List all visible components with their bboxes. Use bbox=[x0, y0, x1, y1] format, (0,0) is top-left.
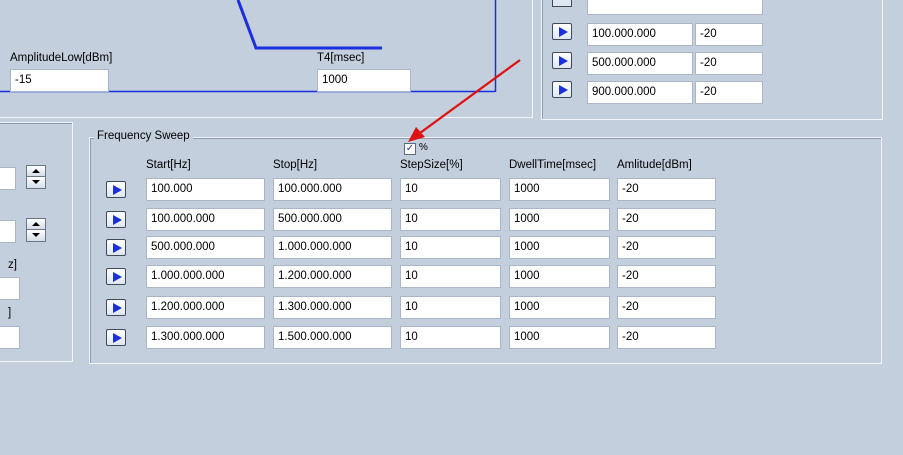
left-label-2: ] bbox=[8, 307, 12, 319]
right-row-2-play-button[interactable] bbox=[552, 52, 572, 69]
sweep-row-2-stop[interactable]: 500.000.000 bbox=[273, 208, 392, 231]
sweep-row-3-dwell[interactable]: 1000 bbox=[509, 236, 610, 259]
sweep-row-3-play-button[interactable] bbox=[106, 239, 126, 256]
sweep-row-6-play-button[interactable] bbox=[106, 329, 126, 346]
right-row-2-amplitude[interactable]: -20 bbox=[695, 52, 763, 75]
plot-line bbox=[236, 0, 382, 50]
sweep-row-6-start[interactable]: 1.300.000.000 bbox=[146, 326, 265, 349]
sweep-row-5-play-button[interactable] bbox=[106, 299, 126, 316]
left-input-3[interactable] bbox=[0, 277, 20, 300]
header-step-size: StepSize[%] bbox=[400, 159, 463, 171]
sweep-row-4-dwell[interactable]: 1000 bbox=[509, 265, 610, 288]
percent-checkbox[interactable]: ✓ bbox=[404, 143, 416, 155]
right-row-1-play-button[interactable] bbox=[552, 23, 572, 40]
sweep-row-3-start[interactable]: 500.000.000 bbox=[146, 236, 265, 259]
right-field-stub bbox=[587, 0, 763, 15]
sweep-row-1-start[interactable]: 100.000 bbox=[146, 178, 265, 201]
sweep-row-5-start[interactable]: 1.200.000.000 bbox=[146, 296, 265, 319]
left-label-1: z] bbox=[8, 259, 17, 271]
header-amplitude: Amlitude[dBm] bbox=[617, 159, 692, 171]
amplitude-low-input[interactable]: -15 bbox=[10, 69, 109, 92]
right-row-stub bbox=[552, 0, 572, 7]
sweep-row-6-amplitude[interactable]: -20 bbox=[617, 326, 716, 349]
right-row-1-amplitude[interactable]: -20 bbox=[695, 23, 763, 46]
sweep-row-5-stop[interactable]: 1.300.000.000 bbox=[273, 296, 392, 319]
sweep-row-3-stop[interactable]: 1.000.000.000 bbox=[273, 236, 392, 259]
sweep-row-6-stop[interactable]: 1.500.000.000 bbox=[273, 326, 392, 349]
header-stop: Stop[Hz] bbox=[273, 159, 318, 171]
sweep-row-1-stop[interactable]: 100.000.000 bbox=[273, 178, 392, 201]
sweep-row-2-dwell[interactable]: 1000 bbox=[509, 208, 610, 231]
right-row-3-amplitude[interactable]: -20 bbox=[695, 81, 763, 104]
sweep-row-4-play-button[interactable] bbox=[106, 268, 126, 285]
right-row-3-play-button[interactable] bbox=[552, 81, 572, 98]
percent-label: % bbox=[419, 142, 428, 153]
spin-down-icon[interactable] bbox=[27, 177, 45, 188]
sweep-row-1-amplitude[interactable]: -20 bbox=[617, 178, 716, 201]
sweep-row-1-step[interactable]: 10 bbox=[400, 178, 501, 201]
amplitude-low-label: AmplitudeLow[dBm] bbox=[10, 52, 113, 64]
sweep-row-1-dwell[interactable]: 1000 bbox=[509, 178, 610, 201]
sweep-row-6-step[interactable]: 10 bbox=[400, 326, 501, 349]
left-input-4[interactable] bbox=[0, 326, 20, 349]
right-row-1-frequency[interactable]: 100.000.000 bbox=[587, 23, 693, 46]
frequency-sweep-title: Frequency Sweep bbox=[94, 130, 193, 142]
header-dwell-time: DwellTime[msec] bbox=[509, 159, 597, 171]
t4-label: T4[msec] bbox=[317, 52, 365, 64]
sweep-row-5-amplitude[interactable]: -20 bbox=[617, 296, 716, 319]
left-input-2[interactable] bbox=[0, 220, 16, 243]
sweep-row-4-stop[interactable]: 1.200.000.000 bbox=[273, 265, 392, 288]
sweep-row-2-start[interactable]: 100.000.000 bbox=[146, 208, 265, 231]
sweep-row-2-play-button[interactable] bbox=[106, 211, 126, 228]
left-input-1[interactable] bbox=[0, 167, 16, 190]
sweep-row-2-step[interactable]: 10 bbox=[400, 208, 501, 231]
t4-input[interactable]: 1000 bbox=[317, 69, 411, 92]
header-start: Start[Hz] bbox=[146, 159, 191, 171]
sweep-row-5-step[interactable]: 10 bbox=[400, 296, 501, 319]
right-row-2-frequency[interactable]: 500.000.000 bbox=[587, 52, 693, 75]
sweep-row-3-amplitude[interactable]: -20 bbox=[617, 236, 716, 259]
sweep-row-3-step[interactable]: 10 bbox=[400, 236, 501, 259]
left-spinner-1[interactable] bbox=[26, 165, 46, 189]
left-spinner-2[interactable] bbox=[26, 218, 46, 242]
spin-down-icon[interactable] bbox=[27, 230, 45, 241]
spin-up-icon[interactable] bbox=[27, 219, 45, 230]
spin-up-icon[interactable] bbox=[27, 166, 45, 177]
sweep-row-2-amplitude[interactable]: -20 bbox=[617, 208, 716, 231]
sweep-row-5-dwell[interactable]: 1000 bbox=[509, 296, 610, 319]
sweep-row-4-start[interactable]: 1.000.000.000 bbox=[146, 265, 265, 288]
right-row-3-frequency[interactable]: 900.000.000 bbox=[587, 81, 693, 104]
sweep-row-4-step[interactable]: 10 bbox=[400, 265, 501, 288]
sweep-row-6-dwell[interactable]: 1000 bbox=[509, 326, 610, 349]
sweep-row-4-amplitude[interactable]: -20 bbox=[617, 265, 716, 288]
sweep-row-1-play-button[interactable] bbox=[106, 181, 126, 198]
